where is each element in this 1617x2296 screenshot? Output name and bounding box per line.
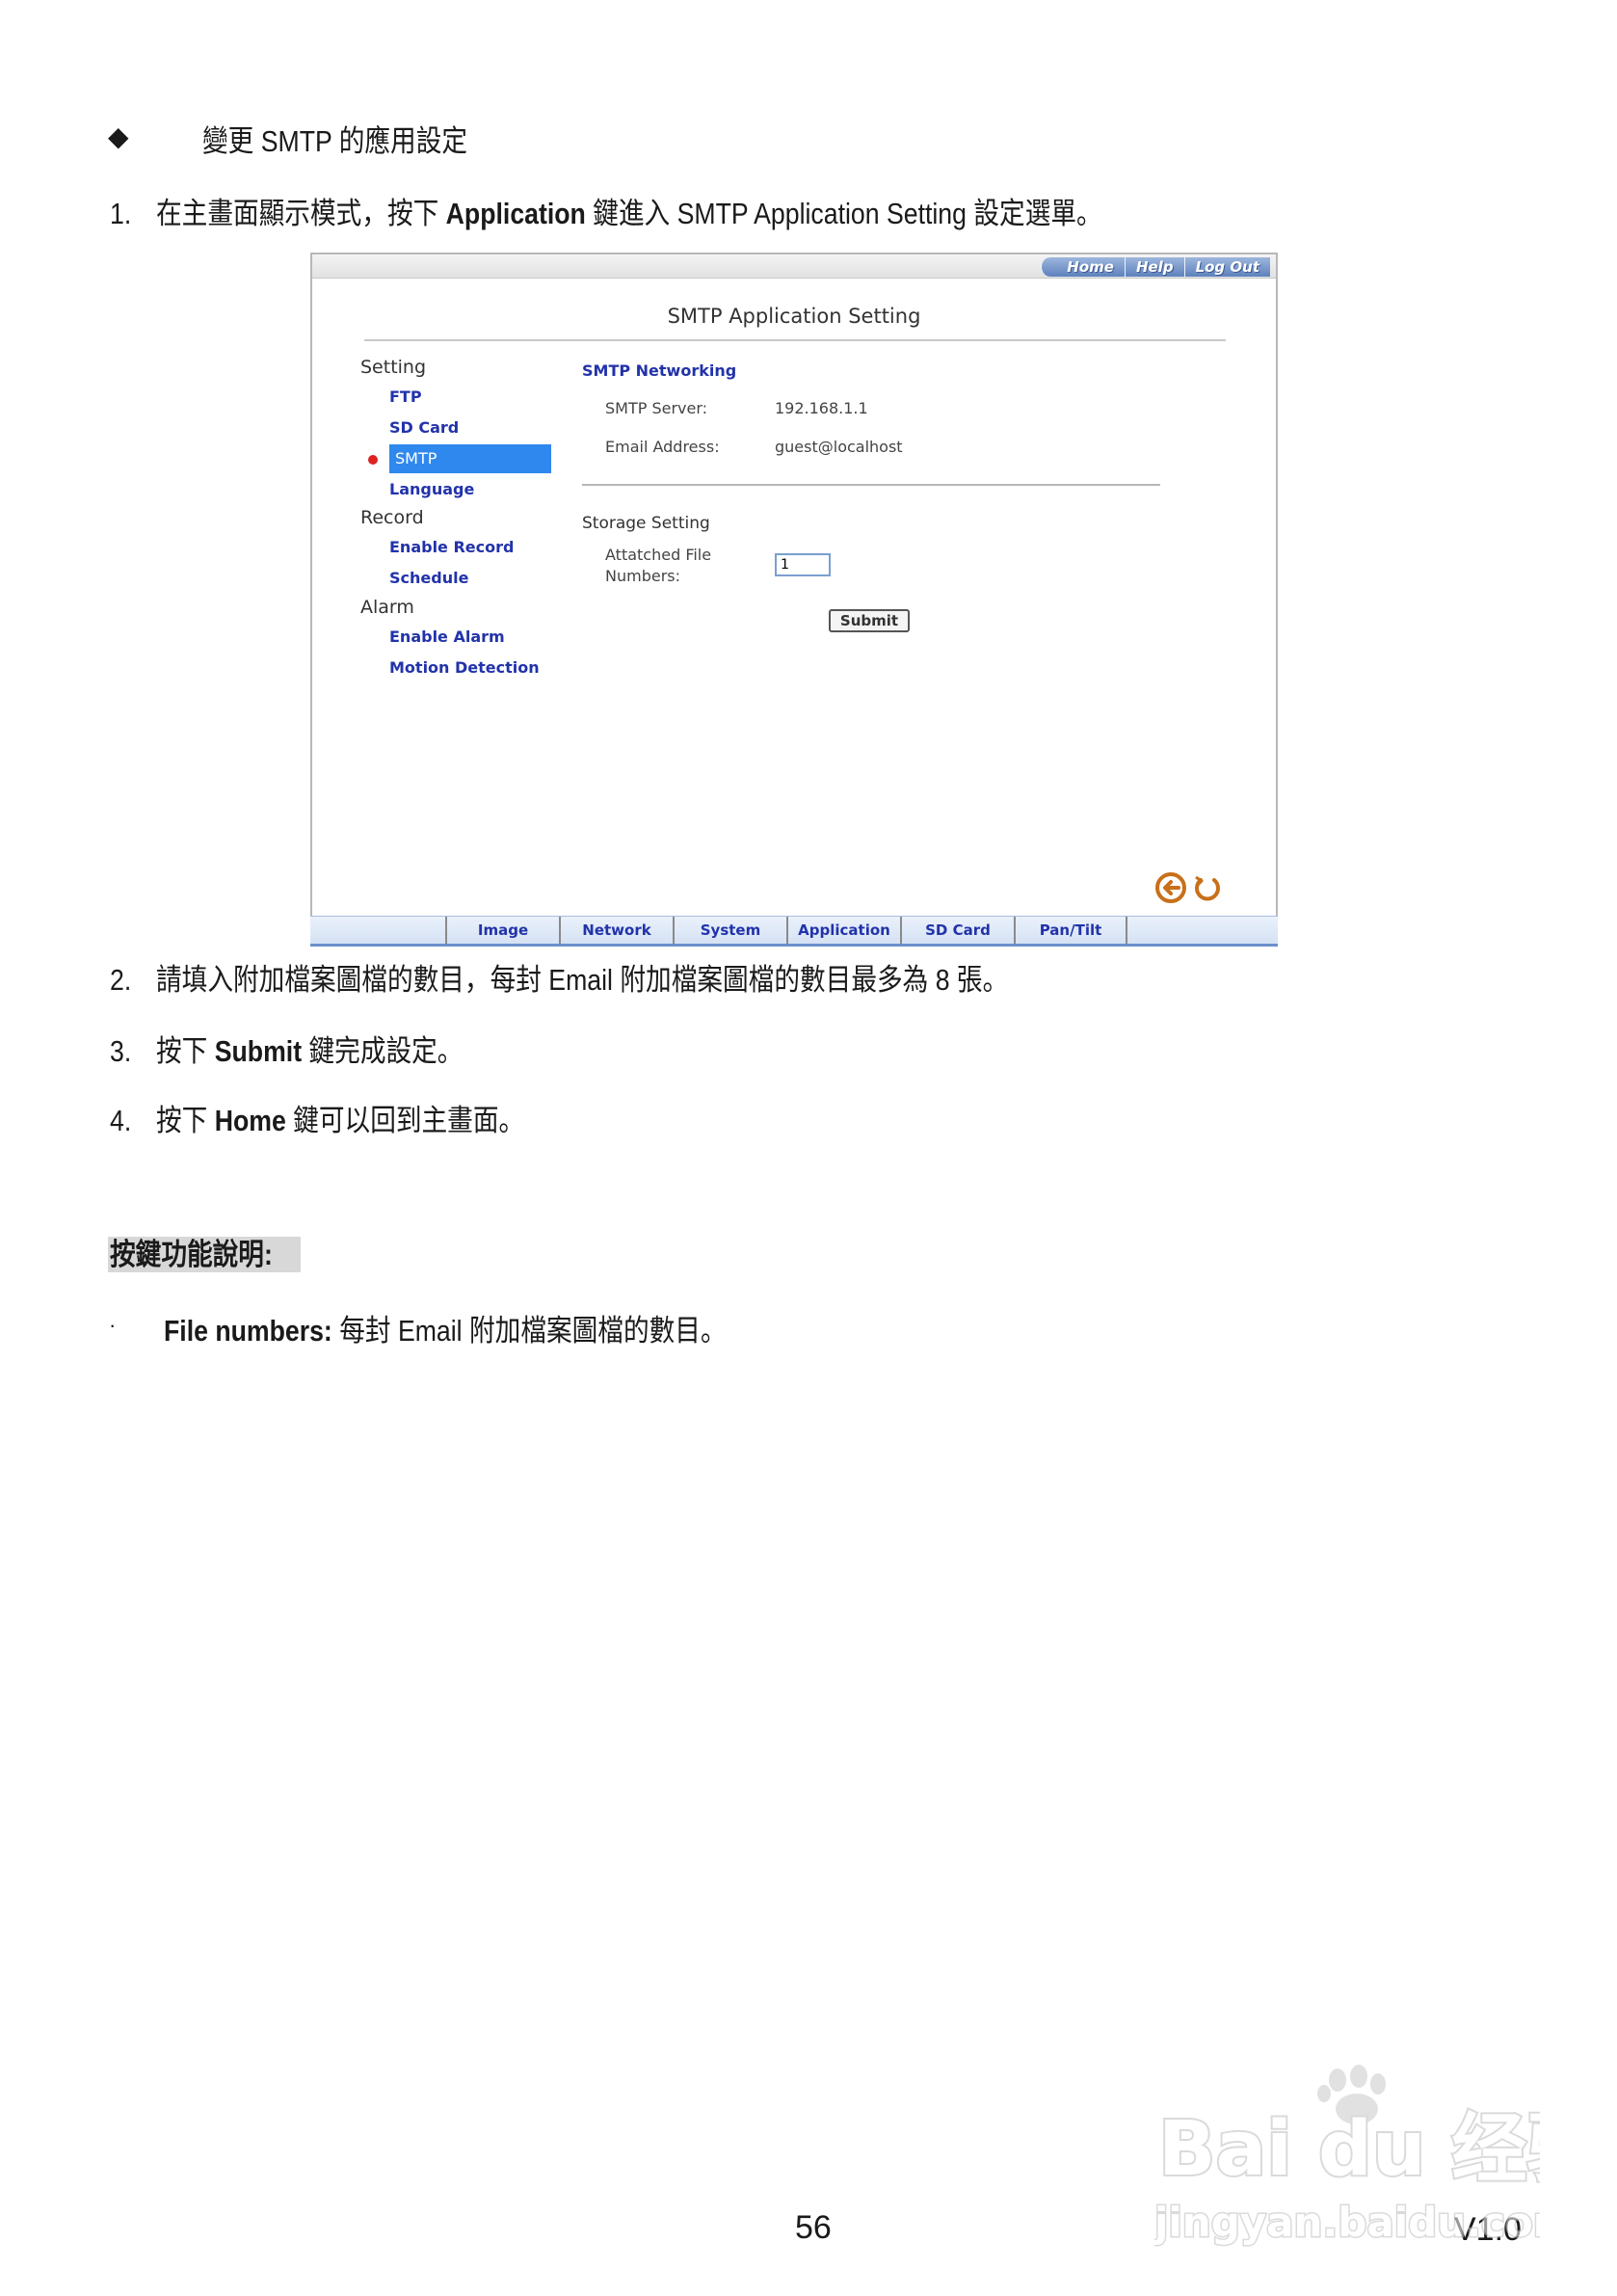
sidebar-heading-record: Record (360, 507, 424, 528)
baidu-jingyan-watermark: Bai du 经验 jingyan.baidu.com (1154, 2065, 1540, 2248)
settings-title: SMTP Application Setting (667, 305, 921, 328)
attached-file-label-line2: Numbers: (605, 567, 680, 585)
tab-image[interactable]: Image (445, 917, 559, 944)
watermark-url-text: jingyan.baidu.com (1154, 2199, 1540, 2246)
step-4-number: 4. (110, 1104, 132, 1137)
screenshot-top-bar: Home Help Log Out (312, 254, 1276, 279)
smtp-server-label: SMTP Server: (605, 399, 708, 417)
watermark-logo-text: Bai du 经验 (1158, 2106, 1540, 2193)
tab-sd-card[interactable]: SD Card (900, 917, 1014, 944)
bottom-nav-bar: Image Network System Application SD Card… (310, 916, 1278, 947)
sidebar-item-schedule[interactable]: Schedule (389, 569, 468, 587)
selected-dot-icon (368, 455, 378, 465)
email-address-value: guest@localhost (775, 438, 903, 456)
sidebar-item-language[interactable]: Language (389, 480, 474, 498)
sidebar-item-enable-alarm[interactable]: Enable Alarm (389, 627, 505, 646)
step-2-number: 2. (110, 963, 132, 997)
file-numbers-description: File numbers: 每封 Email 附加檔案圖檔的數目。 (164, 1314, 727, 1348)
tab-application[interactable]: Application (786, 917, 900, 944)
step-1-bold: Application (445, 197, 586, 230)
step-3-text: 按下 Submit 鍵完成設定。 (156, 1034, 464, 1068)
step-4-text: 按下 Home 鍵可以回到主畫面。 (156, 1104, 525, 1137)
bottom-tabs: Image Network System Application SD Card… (445, 917, 1127, 944)
title-divider (364, 339, 1226, 341)
diamond-bullet-icon: ◆ (108, 121, 129, 151)
smtp-networking-heading: SMTP Networking (582, 361, 737, 380)
section-heading: 變更 SMTP 的應用設定 (202, 124, 468, 158)
sidebar-item-enable-record[interactable]: Enable Record (389, 538, 514, 556)
step-3-number: 3. (110, 1034, 132, 1068)
attached-file-numbers-input[interactable] (775, 553, 831, 576)
storage-setting-heading: Storage Setting (582, 514, 710, 533)
top-nav: Home Help Log Out (1041, 257, 1270, 277)
refresh-icon[interactable] (1191, 871, 1224, 904)
sidebar-item-ftp[interactable]: FTP (389, 387, 422, 406)
file-numbers-term: File numbers: (164, 1314, 332, 1348)
sidebar-item-smtp[interactable]: SMTP (389, 444, 551, 473)
tab-pan-tilt[interactable]: Pan/Tilt (1014, 917, 1127, 944)
section-divider (582, 484, 1160, 486)
log-out-button[interactable]: Log Out (1183, 257, 1270, 277)
home-button[interactable]: Home (1041, 257, 1125, 277)
back-arrow-icon[interactable] (1154, 871, 1187, 904)
sidebar-item-sd-card[interactable]: SD Card (389, 418, 459, 437)
key-function-heading: 按鍵功能說明: (108, 1237, 302, 1273)
nav-icons (1154, 871, 1224, 904)
dot-bullet-icon: · (109, 1313, 117, 1337)
step-1-number: 1. (110, 197, 132, 230)
smtp-settings-screenshot: Home Help Log Out SMTP Application Setti… (310, 253, 1278, 947)
step-1-text: 在主畫面顯示模式，按下 Application 鍵進入 SMTP Applica… (156, 197, 1102, 230)
sidebar-heading-setting: Setting (360, 357, 427, 378)
attached-file-label-line1: Attatched File (605, 546, 712, 564)
step-3-bold: Submit (214, 1034, 303, 1068)
sidebar-heading-alarm: Alarm (360, 597, 414, 618)
tab-network[interactable]: Network (559, 917, 673, 944)
smtp-server-value: 192.168.1.1 (775, 399, 868, 417)
email-address-label: Email Address: (605, 438, 720, 456)
sidebar-item-motion-detection[interactable]: Motion Detection (389, 658, 540, 677)
help-button[interactable]: Help (1124, 257, 1184, 277)
page-number: 56 (795, 2209, 832, 2246)
submit-button[interactable]: Submit (829, 609, 910, 632)
step-4-bold: Home (214, 1104, 286, 1137)
tab-system[interactable]: System (673, 917, 786, 944)
step-2-text: 請填入附加檔案圖檔的數目，每封 Email 附加檔案圖檔的數目最多為 8 張。 (156, 963, 1009, 997)
